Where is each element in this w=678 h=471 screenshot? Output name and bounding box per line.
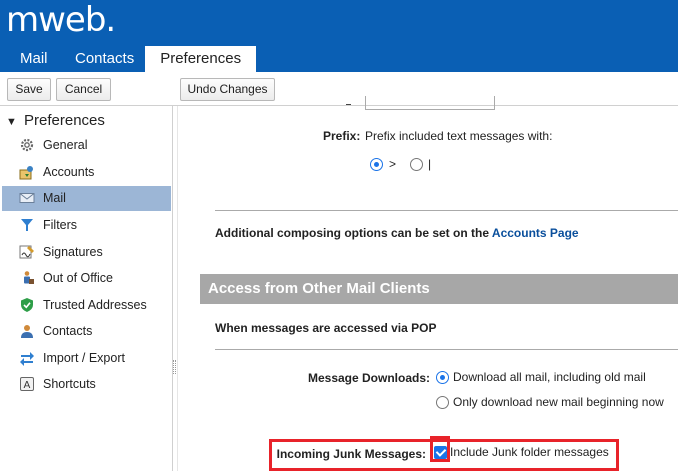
panel-splitter[interactable] xyxy=(172,106,173,471)
top-bar: mweb. Mail Contacts Preferences xyxy=(0,0,678,72)
compose-note-text: Additional composing options can be set … xyxy=(215,226,490,240)
tab-preferences[interactable]: Preferences xyxy=(145,46,257,72)
preferences-sidebar: ▼ Preferences General Accounts Mail Filte… xyxy=(0,106,172,471)
tree-root-label: Preferences xyxy=(24,112,105,129)
signature-icon xyxy=(19,244,35,260)
prefix-label: Prefix: xyxy=(323,129,361,143)
radio-button[interactable] xyxy=(436,371,449,385)
radio-button[interactable] xyxy=(410,158,423,172)
cancel-button[interactable]: Cancel xyxy=(56,78,111,101)
mail-preferences-content: Prefix: Prefix included text messages wi… xyxy=(178,96,678,471)
out-of-office-icon xyxy=(19,270,35,286)
option-label: > xyxy=(389,157,397,171)
sidebar-item-label: Contacts xyxy=(43,324,93,338)
compose-note: Additional composing options can be set … xyxy=(215,226,579,240)
sidebar-item-label: Filters xyxy=(43,218,78,232)
pop-note: When messages are accessed via POP xyxy=(215,321,437,335)
splitter-grip[interactable] xyxy=(173,360,176,374)
option-label: Download all mail, including old mail xyxy=(453,370,646,384)
sidebar-item-contacts[interactable]: Contacts xyxy=(2,319,171,344)
prefix-description: Prefix included text messages with: xyxy=(365,129,553,143)
partial-input-field[interactable] xyxy=(365,96,495,110)
incoming-junk-label: Incoming Junk Messages: xyxy=(276,447,426,461)
download-new-option[interactable]: Only download new mail beginning now xyxy=(436,395,664,410)
accounts-icon xyxy=(19,164,35,180)
download-all-option[interactable]: Download all mail, including old mail xyxy=(436,370,646,385)
option-label: Only download new mail beginning now xyxy=(453,395,664,409)
divider xyxy=(215,210,678,211)
sidebar-item-label: Trusted Addresses xyxy=(43,298,147,312)
sidebar-item-import-export[interactable]: Import / Export xyxy=(2,346,171,371)
option-label: | xyxy=(428,157,432,171)
radio-button[interactable] xyxy=(436,396,449,410)
sidebar-item-label: Import / Export xyxy=(43,351,125,365)
sidebar-item-label: Accounts xyxy=(43,165,95,179)
envelope-icon xyxy=(19,190,35,206)
sidebar-item-label: Out of Office xyxy=(43,271,113,285)
main-tabs: Mail Contacts Preferences xyxy=(0,46,257,72)
preferences-tree-root[interactable]: ▼ Preferences xyxy=(6,112,105,129)
message-downloads-label: Message Downloads: xyxy=(307,371,430,385)
section-header: Access from Other Mail Clients xyxy=(200,274,678,304)
shortcuts-icon: A xyxy=(19,376,35,392)
sidebar-item-label: Shortcuts xyxy=(43,377,96,391)
prefix-option-pipe[interactable]: | xyxy=(410,157,432,172)
sidebar-item-mail[interactable]: Mail xyxy=(2,186,171,211)
sidebar-item-label: Signatures xyxy=(43,245,103,259)
sidebar-item-trusted-addresses[interactable]: Trusted Addresses xyxy=(2,293,171,318)
collapse-triangle-icon[interactable]: ▼ xyxy=(6,116,18,128)
filter-icon xyxy=(19,217,35,233)
include-junk-checkbox[interactable] xyxy=(434,446,447,460)
sidebar-item-general[interactable]: General xyxy=(2,133,171,158)
sidebar-item-shortcuts[interactable]: A Shortcuts xyxy=(2,372,171,397)
sidebar-item-accounts[interactable]: Accounts xyxy=(2,160,171,185)
radio-button[interactable] xyxy=(370,158,383,172)
include-junk-option[interactable]: Include Junk folder messages xyxy=(434,445,609,460)
logo: mweb. xyxy=(6,0,116,40)
sidebar-item-label: Mail xyxy=(43,191,66,205)
prefix-option-gt[interactable]: > xyxy=(370,157,397,172)
import-export-icon xyxy=(19,350,35,366)
tab-mail[interactable]: Mail xyxy=(0,46,64,72)
undo-changes-button[interactable]: Undo Changes xyxy=(180,78,275,101)
sidebar-item-signatures[interactable]: Signatures xyxy=(2,240,171,265)
option-label: Include Junk folder messages xyxy=(450,445,609,459)
save-button[interactable]: Save xyxy=(7,78,51,101)
sidebar-item-label: General xyxy=(43,138,88,152)
svg-text:A: A xyxy=(24,380,31,391)
contacts-icon xyxy=(19,323,35,339)
sidebar-item-filters[interactable]: Filters xyxy=(2,213,171,238)
partial-separator xyxy=(346,104,351,105)
sidebar-item-out-of-office[interactable]: Out of Office xyxy=(2,266,171,291)
toolbar: Save Cancel Undo Changes xyxy=(0,72,678,106)
gear-icon xyxy=(19,137,35,153)
shield-icon xyxy=(19,297,35,313)
tab-contacts[interactable]: Contacts xyxy=(64,46,145,72)
accounts-page-link[interactable]: Accounts Page xyxy=(492,226,579,240)
divider xyxy=(215,349,678,350)
